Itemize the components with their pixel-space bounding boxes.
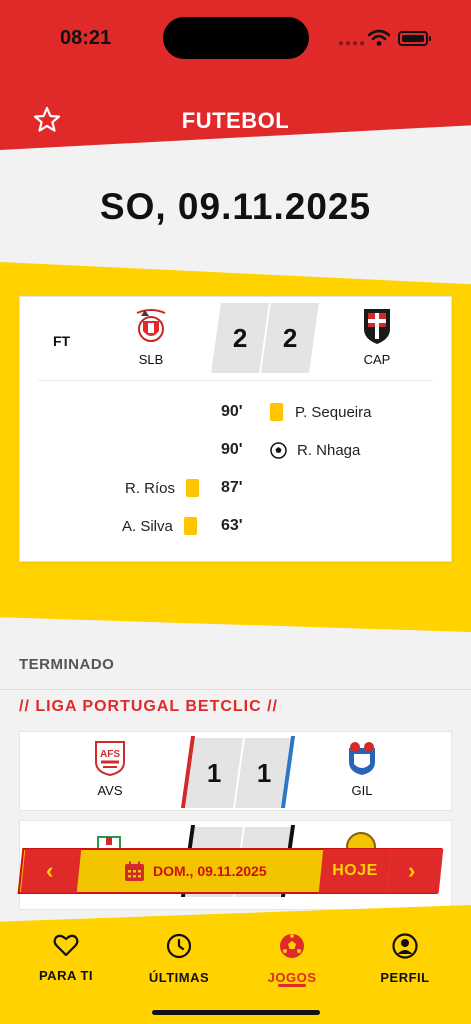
section-divider <box>0 689 471 690</box>
home-team[interactable]: SLB <box>121 307 181 367</box>
event-player: A. Silva <box>122 517 173 535</box>
event-minute: 90' <box>221 403 243 420</box>
home-team-abbr: AVS <box>97 783 123 798</box>
svg-text:AFS: AFS <box>100 749 120 760</box>
away-score: 2 <box>261 303 319 373</box>
screen: 08:21 ●●●● FUTEBOL SO, 09.11.2025 FT SLB <box>0 0 471 1024</box>
wifi-icon <box>368 29 390 46</box>
heart-icon <box>53 934 79 957</box>
calendar-icon <box>125 861 144 881</box>
away-team: GIL <box>332 740 392 798</box>
benfica-crest-icon <box>136 309 166 342</box>
nav-item-ultimas[interactable]: ÚLTIMAS <box>124 933 234 985</box>
away-team[interactable]: CAP <box>347 307 407 367</box>
chevron-left-icon: ‹ <box>46 858 54 883</box>
home-score: 2 <box>211 303 269 373</box>
featured-match-card[interactable]: FT SLB 2 2 CAP 90' P. Sequeira 90' R. Nh… <box>19 296 452 562</box>
nav-label: PARA TI <box>38 968 94 983</box>
home-team-abbr: SLB <box>138 352 164 367</box>
dynamic-island <box>163 17 309 59</box>
away-team-abbr: GIL <box>351 783 373 798</box>
event-minute: 63' <box>221 517 243 534</box>
avs-crest-icon: AFS <box>95 741 125 777</box>
event-row: 90' <box>221 401 243 423</box>
event-row: 90' <box>221 439 243 461</box>
football-icon <box>280 934 304 958</box>
event-player: R. Ríos <box>125 479 176 497</box>
nav-item-para-ti[interactable]: PARA TI <box>11 933 121 983</box>
home-score: 1 <box>185 738 243 808</box>
nav-item-jogos[interactable]: JOGOS <box>237 933 347 985</box>
date-heading: SO, 09.11.2025 <box>99 186 372 227</box>
nav-item-perfil[interactable]: PERFIL <box>350 933 460 985</box>
home-team: AFS AVS <box>80 740 140 798</box>
away-team-abbr: CAP <box>363 352 391 367</box>
battery-icon <box>398 31 431 46</box>
page-title: FUTEBOL <box>181 108 290 133</box>
event-player: R. Nhaga <box>297 441 361 459</box>
active-tab-indicator <box>278 984 306 987</box>
clock-icon <box>166 933 192 959</box>
section-label: TERMINADO <box>19 656 115 673</box>
yellow-card-icon <box>270 403 283 421</box>
home-indicator[interactable] <box>152 1010 320 1015</box>
event-row: 87' <box>221 477 243 499</box>
nav-label: ÚLTIMAS <box>148 970 210 985</box>
gil-vicente-crest-icon <box>349 742 375 775</box>
today-label: HOJE <box>332 862 378 879</box>
signal-icon: ●●●● <box>338 38 367 49</box>
profile-icon <box>392 933 418 959</box>
event-player: P. Sequeira <box>295 403 372 421</box>
event-row: 63' <box>221 515 243 537</box>
chevron-right-icon: › <box>408 858 416 883</box>
status-bar: 08:21 ●●●● <box>0 0 471 80</box>
goal-ball-icon <box>270 441 287 459</box>
event-minute: 90' <box>221 441 243 458</box>
casa-pia-crest-icon <box>364 309 390 344</box>
date-picker-label: DOM., 09.11.2025 <box>153 863 267 879</box>
yellow-card-icon <box>183 517 197 535</box>
match-row[interactable]: AFS AVS 1 1 GIL <box>19 731 452 811</box>
event-minute: 87' <box>221 479 243 496</box>
card-divider <box>38 380 433 381</box>
match-status: FT <box>53 333 71 349</box>
yellow-card-icon <box>186 479 200 497</box>
league-title[interactable]: // LIGA PORTUGAL BETCLIC // <box>19 698 278 716</box>
status-time: 08:21 <box>60 27 112 49</box>
nav-label: PERFIL <box>380 970 430 985</box>
nav-label: JOGOS <box>267 970 317 985</box>
